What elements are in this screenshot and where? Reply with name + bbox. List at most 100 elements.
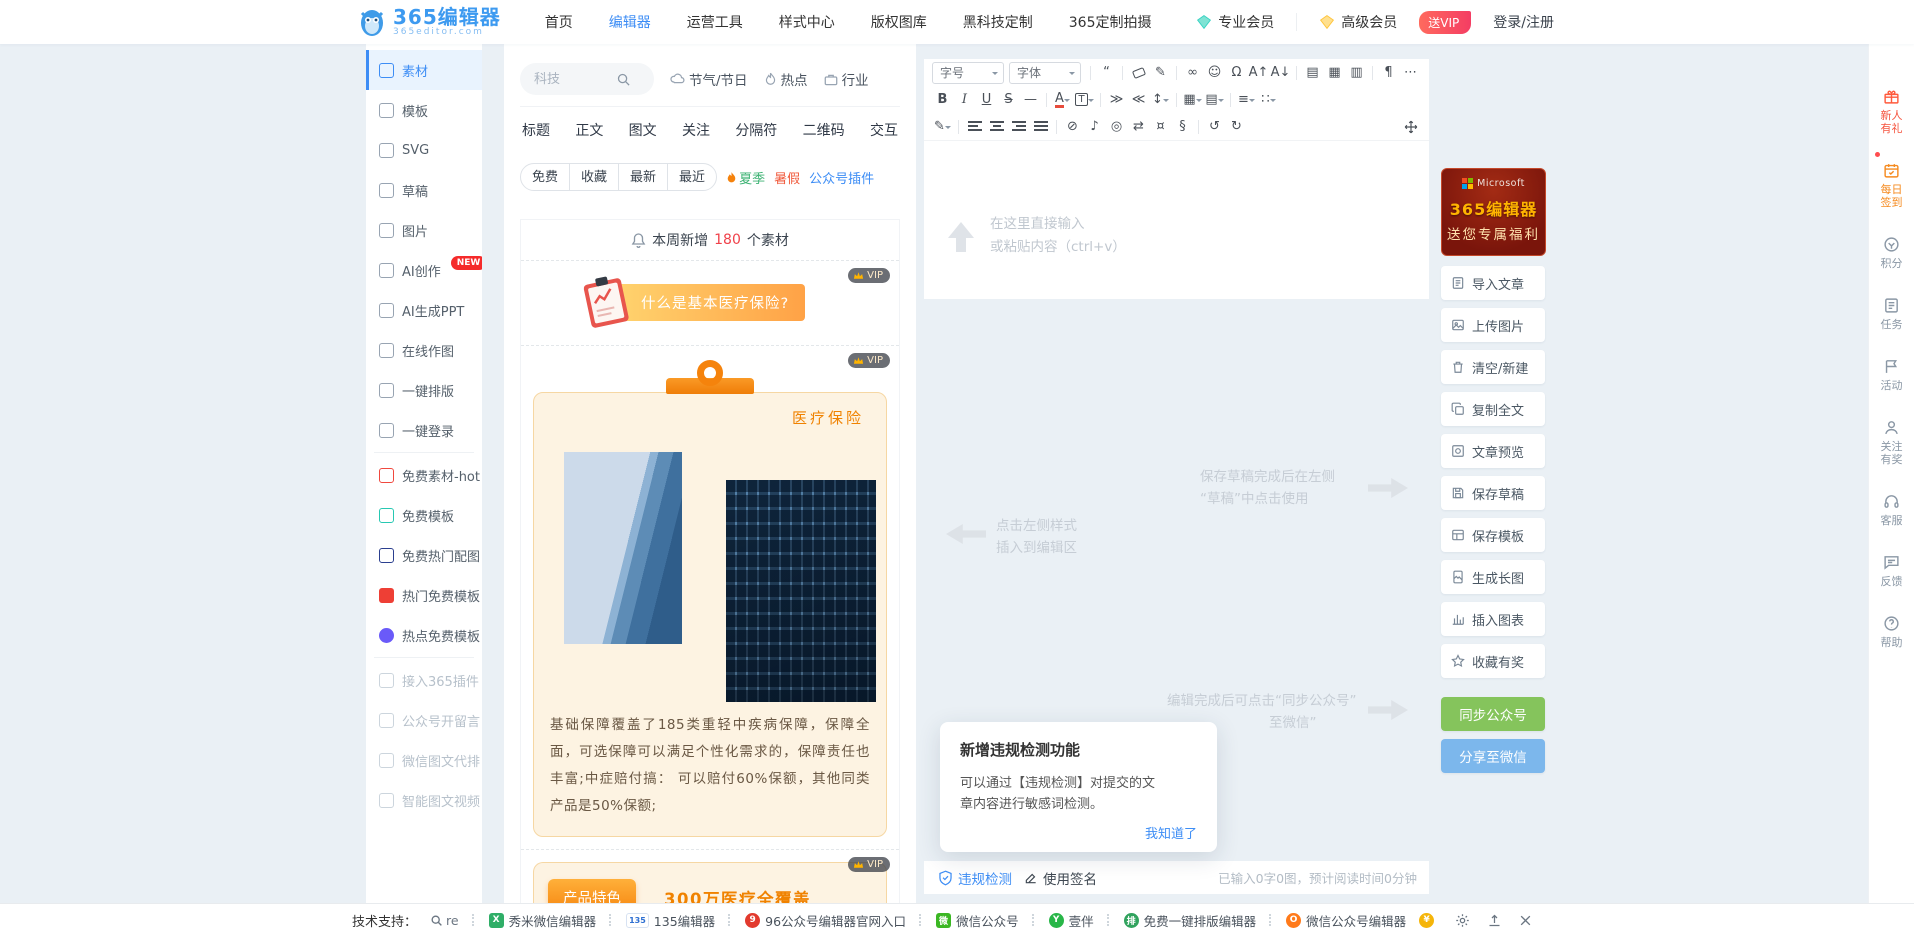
ordered-list-button[interactable]: ∷ <box>1258 89 1279 110</box>
settings-gear-button[interactable] <box>1455 913 1470 928</box>
taskbar-search[interactable]: re <box>430 913 459 928</box>
filter-newest[interactable]: 最新 <box>618 164 667 190</box>
rail-feedback[interactable]: 反馈 <box>1881 554 1903 588</box>
favorite-reward-button[interactable]: 收藏有奖 <box>1441 644 1545 678</box>
align-right-button[interactable] <box>1008 116 1029 137</box>
nav-item-image-library[interactable]: 版权图库 <box>871 12 927 32</box>
sidebar-item-ai-create[interactable]: AI创作NEW <box>366 250 482 290</box>
paragraph-button[interactable]: ¶ <box>1378 62 1399 83</box>
close-bar-button[interactable] <box>1519 914 1532 927</box>
login-register-link[interactable]: 登录/注册 <box>1493 12 1554 32</box>
strikethrough-button[interactable]: S <box>998 89 1019 110</box>
tag-summer[interactable]: 夏季 <box>726 168 765 187</box>
line-height-button[interactable]: ↕ <box>1150 89 1171 110</box>
more-tools-button[interactable]: ⋯ <box>1400 62 1421 83</box>
type-tab-interact[interactable]: 交互 <box>870 120 898 140</box>
sidebar-item-svg[interactable]: SVG <box>366 130 482 170</box>
material-search-input[interactable] <box>534 72 616 87</box>
tag-vacation[interactable]: 暑假 <box>774 168 800 187</box>
type-tab-title[interactable]: 标题 <box>522 120 550 140</box>
rail-help[interactable]: 帮助 <box>1881 615 1903 649</box>
upload-share-button[interactable] <box>1487 913 1502 928</box>
tab-festival[interactable]: 节气/节日 <box>670 69 748 89</box>
sidebar-item-comment[interactable]: 公众号开留言 <box>366 700 482 740</box>
sidebar-item-wechat-layout[interactable]: 微信图文代排 <box>366 740 482 780</box>
insert-audio-button[interactable]: ♪ <box>1084 116 1105 137</box>
signature-button[interactable]: 使用签名 <box>1024 868 1097 888</box>
sidebar-item-image[interactable]: 图片 <box>366 210 482 250</box>
save-template-button[interactable]: 保存模板 <box>1441 518 1545 552</box>
sidebar-item-draft[interactable]: 草稿 <box>366 170 482 210</box>
eraser-button[interactable] <box>1128 62 1149 83</box>
bookmark-135editor[interactable]: 135135编辑器 <box>626 911 715 930</box>
sidebar-item-trend-free-template[interactable]: 热点免费模板 <box>366 615 482 655</box>
image-style-button[interactable]: ▤ <box>1204 89 1225 110</box>
superscript-button[interactable]: A↑ <box>1248 62 1269 83</box>
insert-table-button[interactable]: ▦ <box>1324 62 1345 83</box>
nav-item-photo[interactable]: 365定制拍摄 <box>1069 12 1152 32</box>
copy-all-button[interactable]: 复制全文 <box>1441 392 1545 426</box>
type-tab-body[interactable]: 正文 <box>575 120 603 140</box>
filter-recent[interactable]: 最近 <box>667 164 716 190</box>
tag-wechat-plugin[interactable]: 公众号插件 <box>809 168 874 187</box>
sidebar-item-template[interactable]: 模板 <box>366 90 482 130</box>
redo-button[interactable]: ↻ <box>1226 116 1247 137</box>
layout-grid-button[interactable]: ▦ <box>1182 89 1203 110</box>
pro-member-link[interactable]: 专业会员 <box>1196 12 1274 32</box>
bookmark-96editor[interactable]: 996公众号编辑器官网入口 <box>745 911 906 930</box>
bookmark-wechat-editor[interactable]: O微信公众号编辑器 <box>1286 911 1406 930</box>
subscript-button[interactable]: A↓ <box>1270 62 1291 83</box>
font-color-button[interactable]: A <box>1052 89 1073 110</box>
sidebar-item-free-template[interactable]: 免费模板 <box>366 495 482 535</box>
drag-move-button[interactable] <box>1400 116 1421 137</box>
violation-check-button[interactable]: 违规检测 <box>938 868 1012 888</box>
rail-tasks[interactable]: 任务 <box>1881 297 1903 331</box>
free-vip-badge[interactable]: 送VIP <box>1419 11 1471 34</box>
underline-button[interactable]: U <box>976 89 997 110</box>
text-background-button[interactable]: T <box>1074 89 1095 110</box>
sidebar-item-one-click-layout[interactable]: 一键排版 <box>366 370 482 410</box>
filter-favorite[interactable]: 收藏 <box>569 164 618 190</box>
filter-free[interactable]: 免费 <box>521 164 569 190</box>
tab-industry[interactable]: 行业 <box>824 69 869 89</box>
rail-customer-service[interactable]: 客服 <box>1881 493 1903 527</box>
watermark-button[interactable]: § <box>1172 116 1193 137</box>
italic-button[interactable]: I <box>954 89 975 110</box>
sidebar-item-free-hot-images[interactable]: 免费热门配图 <box>366 535 482 575</box>
align-left-button[interactable] <box>964 116 985 137</box>
clear-format-button[interactable]: ⊘ <box>1062 116 1083 137</box>
sidebar-item-online-draw[interactable]: 在线作图 <box>366 330 482 370</box>
material-card-product-features[interactable]: VIP 产品特色 300万医疗全覆盖 <box>521 850 899 903</box>
import-article-button[interactable]: 导入文章 <box>1441 266 1545 300</box>
insert-image-button[interactable]: ▤ <box>1302 62 1323 83</box>
save-draft-button[interactable]: 保存草稿 <box>1441 476 1545 510</box>
article-preview-button[interactable]: 文章预览 <box>1441 434 1545 468</box>
rail-follow-reward[interactable]: 关注有奖 <box>1881 419 1903 466</box>
share-wechat-button[interactable]: 分享至微信 <box>1441 739 1545 773</box>
bookmark-xiumi[interactable]: X秀米微信编辑器 <box>489 911 597 930</box>
indent-button[interactable]: ≫ <box>1106 89 1127 110</box>
link-button[interactable]: ∞ <box>1182 62 1203 83</box>
clear-new-button[interactable]: 清空/新建 <box>1441 350 1545 384</box>
sidebar-item-material[interactable]: 素材 <box>366 50 482 90</box>
microsoft-promo-banner[interactable]: Microsoft 365编辑器 送您专属福利 <box>1441 168 1546 256</box>
font-family-select[interactable]: 字体 <box>1009 62 1081 84</box>
nav-item-style-center[interactable]: 样式中心 <box>779 12 835 32</box>
insert-columns-button[interactable]: ▥ <box>1346 62 1367 83</box>
nav-item-home[interactable]: 首页 <box>545 12 573 32</box>
nav-item-editor[interactable]: 编辑器 <box>609 12 651 32</box>
upload-image-button[interactable]: 上传图片 <box>1441 308 1545 342</box>
nav-item-custom[interactable]: 黑科技定制 <box>963 12 1033 32</box>
blockquote-button[interactable]: “ <box>1096 62 1117 83</box>
nav-item-tools[interactable]: 运营工具 <box>687 12 743 32</box>
bookmark-wechat-official[interactable]: 微微信公众号 <box>936 911 1019 930</box>
editor-canvas[interactable]: 在这里直接输入 或粘贴内容（ctrl+v） <box>924 140 1429 299</box>
pen-tool-button[interactable]: ✎ <box>932 116 953 137</box>
material-search-box[interactable] <box>520 63 654 95</box>
sidebar-item-smart-video[interactable]: 智能图文视频 <box>366 780 482 820</box>
search-icon[interactable] <box>616 72 631 87</box>
popup-confirm-link[interactable]: 我知道了 <box>960 823 1197 842</box>
sidebar-item-one-click-login[interactable]: 一键登录 <box>366 410 482 450</box>
insert-chart-button[interactable]: 插入图表 <box>1441 602 1545 636</box>
find-replace-button[interactable]: ¤ <box>1150 116 1171 137</box>
